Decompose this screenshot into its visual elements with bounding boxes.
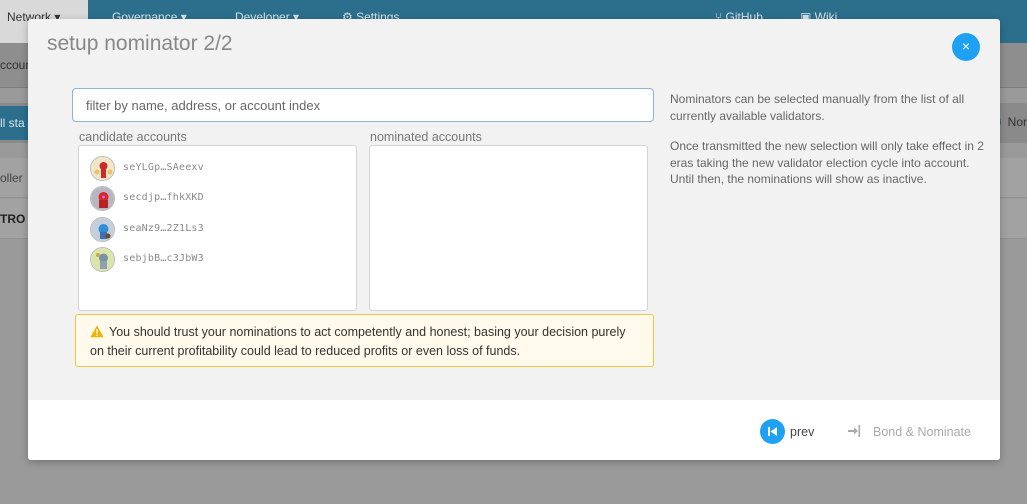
candidate-account-item[interactable]: sebjbB…c3JbW3 xyxy=(90,247,345,273)
nominated-accounts-label: nominated accounts xyxy=(370,130,482,144)
warning-icon xyxy=(90,325,104,338)
info-paragraph-eras: Once transmitted the new selection will … xyxy=(670,139,984,186)
bg-row-text: oller xyxy=(0,171,23,185)
close-button[interactable]: × xyxy=(952,33,980,61)
modal-title: setup nominator 2/2 xyxy=(47,32,233,55)
modal-footer: prev Bond & Nominate xyxy=(28,400,1000,460)
candidate-accounts-label: candidate accounts xyxy=(79,130,187,144)
bg-strip-right-text: Nor xyxy=(1007,115,1027,129)
close-icon: × xyxy=(961,38,971,54)
candidate-account-item[interactable]: seaNz9…2Z1Ls3 xyxy=(90,217,345,243)
bg-row-text: TRO xyxy=(0,212,26,226)
candidate-account-item[interactable]: secdjp…fhkXKD xyxy=(90,186,345,212)
candidate-accounts-list[interactable]: seYLGp…SAeexv secdjp…fhkXKD seaNz9…2Z1Ls… xyxy=(78,145,357,311)
account-name: sebjbB…c3JbW3 xyxy=(123,253,204,264)
filter-input[interactable] xyxy=(72,88,654,122)
account-name: secdjp…fhkXKD xyxy=(123,192,204,203)
candidate-account-item[interactable]: seYLGp…SAeexv xyxy=(90,156,345,182)
identicon-avatar xyxy=(90,217,115,242)
prev-label: prev xyxy=(790,425,815,439)
account-name: seaNz9…2Z1Ls3 xyxy=(123,223,204,234)
warning-text: You should trust your nominations to act… xyxy=(90,325,626,358)
bond-and-nominate-label: Bond & Nominate xyxy=(873,425,971,439)
sign-in-icon xyxy=(848,425,861,437)
identicon-avatar xyxy=(90,247,115,272)
identicon-avatar xyxy=(90,156,115,181)
nominated-accounts-list[interactable] xyxy=(369,145,648,311)
info-paragraph-manual: Nominators can be selected manually from… xyxy=(670,92,965,123)
identicon-avatar xyxy=(90,186,115,211)
warning-message: You should trust your nominations to act… xyxy=(75,314,654,367)
account-name: seYLGp…SAeexv xyxy=(123,162,204,173)
step-backward-icon xyxy=(760,419,785,444)
setup-nominator-modal: setup nominator 2/2 × candidate accounts… xyxy=(28,19,1000,460)
